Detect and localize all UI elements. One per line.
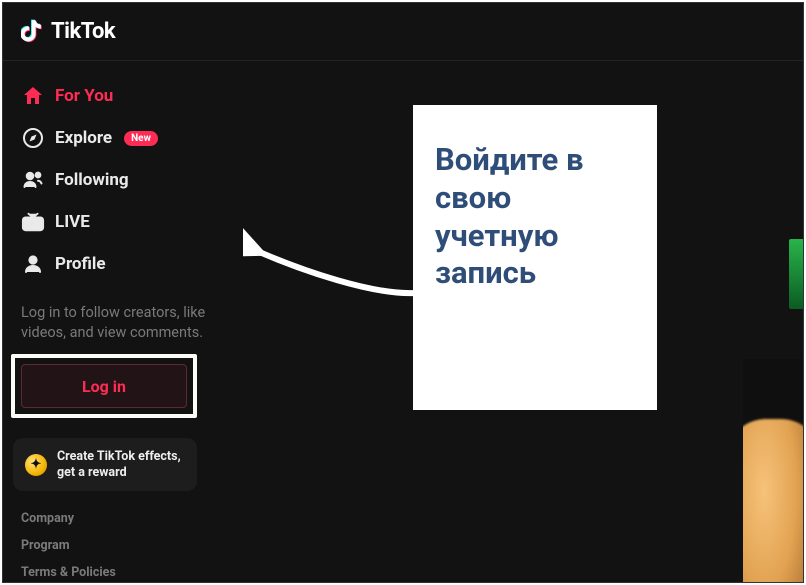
annotation-text: Войдите в свою учетную запись bbox=[435, 141, 635, 292]
home-icon bbox=[21, 84, 45, 108]
sidebar-item-for-you[interactable]: For You bbox=[11, 75, 227, 117]
sidebar-item-profile[interactable]: Profile bbox=[11, 243, 227, 285]
nav-label: Profile bbox=[55, 254, 106, 274]
annotation-callout: Войдите в свою учетную запись bbox=[413, 105, 657, 410]
brand-text: TikTok bbox=[51, 19, 115, 44]
header: TikTok bbox=[3, 3, 803, 61]
effects-line1: Create TikTok effects, bbox=[57, 449, 181, 465]
following-icon bbox=[21, 168, 45, 192]
coin-icon: ✦ bbox=[25, 454, 47, 476]
app-frame: TikTok For You Explore New bbox=[2, 2, 804, 583]
login-button[interactable]: Log in bbox=[21, 364, 187, 408]
video-thumb-partial[interactable] bbox=[743, 359, 803, 582]
sidebar: For You Explore New Following LIVE bbox=[3, 61, 235, 582]
nav-label: For You bbox=[55, 86, 113, 106]
sidebar-item-explore[interactable]: Explore New bbox=[11, 117, 227, 159]
video-thumb-partial[interactable] bbox=[789, 239, 803, 309]
nav-label: Following bbox=[55, 170, 129, 190]
effects-line2: get a reward bbox=[57, 465, 181, 481]
nav-label: LIVE bbox=[55, 212, 90, 232]
content-area: For You Explore New Following LIVE bbox=[3, 61, 803, 582]
sidebar-item-live[interactable]: LIVE bbox=[11, 201, 227, 243]
live-icon bbox=[21, 210, 45, 234]
brand-logo[interactable]: TikTok bbox=[21, 16, 115, 48]
login-hint: Log in to follow creators, like videos, … bbox=[11, 285, 227, 350]
footer-links: Company Program Terms & Policies © 2024 … bbox=[11, 511, 227, 582]
login-button-label: Log in bbox=[82, 377, 126, 396]
effects-promo-card[interactable]: ✦ Create TikTok effects, get a reward bbox=[13, 438, 197, 491]
footer-program[interactable]: Program bbox=[21, 538, 217, 553]
effects-text: Create TikTok effects, get a reward bbox=[57, 449, 181, 480]
footer-terms[interactable]: Terms & Policies bbox=[21, 565, 217, 580]
footer-company[interactable]: Company bbox=[21, 511, 217, 526]
compass-icon bbox=[21, 126, 45, 150]
tiktok-note-icon bbox=[21, 16, 47, 48]
login-highlight-box: Log in bbox=[11, 354, 197, 418]
sidebar-item-following[interactable]: Following bbox=[11, 159, 227, 201]
profile-icon bbox=[21, 252, 45, 276]
nav-label: Explore bbox=[55, 128, 112, 148]
new-badge: New bbox=[124, 131, 158, 146]
